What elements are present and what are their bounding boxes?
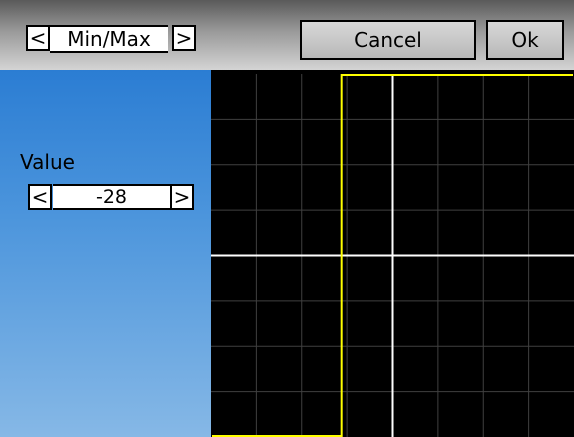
chevron-left-icon: < bbox=[31, 185, 49, 209]
mode-next-button[interactable]: > bbox=[172, 25, 196, 51]
top-bar: < Min/Max > Cancel Ok bbox=[0, 0, 574, 70]
value-panel bbox=[0, 70, 211, 437]
value-increment-button[interactable]: > bbox=[170, 184, 194, 210]
curve-graph bbox=[211, 74, 574, 437]
mode-prev-button[interactable]: < bbox=[26, 25, 50, 51]
chevron-right-icon: > bbox=[175, 26, 193, 50]
chevron-left-icon: < bbox=[29, 26, 47, 50]
chevron-right-icon: > bbox=[173, 185, 191, 209]
mode-selector-value[interactable]: Min/Max bbox=[50, 25, 168, 53]
value-decrement-button[interactable]: < bbox=[28, 184, 52, 210]
value-field[interactable]: -28 bbox=[53, 184, 170, 210]
value-label: Value bbox=[20, 150, 75, 174]
ok-button[interactable]: Ok bbox=[486, 20, 564, 60]
cancel-button[interactable]: Cancel bbox=[300, 20, 476, 60]
